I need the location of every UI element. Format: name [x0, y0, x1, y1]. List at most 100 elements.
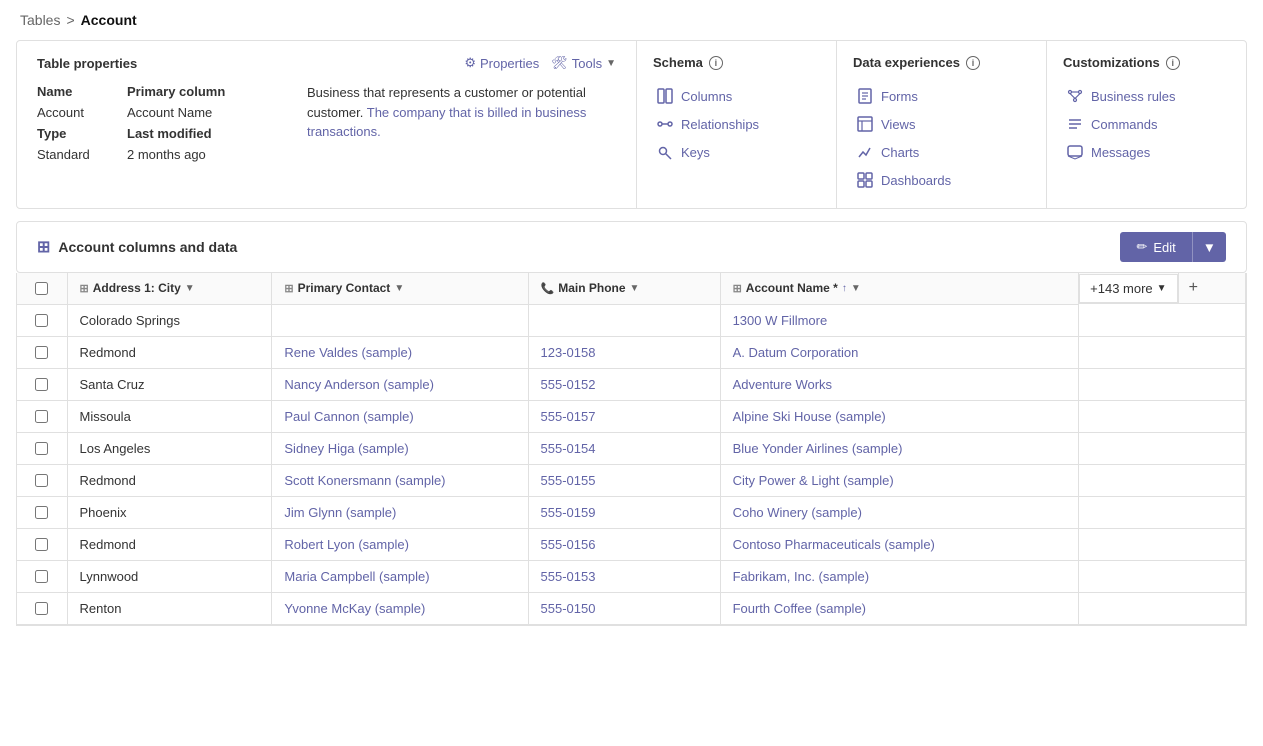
account-link[interactable]: A. Datum Corporation [733, 345, 859, 360]
col-header-city[interactable]: ⊞ Address 1: City ▼ [67, 273, 272, 304]
contact-link[interactable]: Robert Lyon (sample) [284, 537, 409, 552]
contact-link[interactable]: Jim Glynn (sample) [284, 505, 396, 520]
properties-link[interactable]: ⚙ Properties [464, 55, 539, 71]
select-all-checkbox[interactable] [35, 282, 48, 295]
edit-dropdown-button[interactable]: ▼ [1192, 232, 1226, 262]
more-columns-button[interactable]: +143 more ▼ [1079, 274, 1177, 303]
account-link[interactable]: Blue Yonder Airlines (sample) [733, 441, 903, 456]
dashboards-item[interactable]: Dashboards [853, 166, 1030, 194]
schema-title: Schema i [653, 55, 820, 70]
dashboards-icon [857, 172, 873, 188]
contact-link[interactable]: Nancy Anderson (sample) [284, 377, 434, 392]
row-checkbox[interactable] [35, 506, 48, 519]
add-column-button[interactable]: + [1178, 273, 1208, 303]
data-exp-info-icon[interactable]: i [966, 56, 980, 70]
account-link[interactable]: City Power & Light (sample) [733, 473, 894, 488]
row-phone: 555-0157 [528, 400, 720, 432]
table-properties-panel: Table properties ⚙ Properties 🛠 Tools ▼ … [17, 41, 637, 208]
account-link[interactable]: Fabrikam, Inc. (sample) [733, 569, 870, 584]
edit-pencil-icon: ✏ [1136, 239, 1147, 255]
schema-keys-item[interactable]: Keys [653, 138, 820, 166]
contact-link[interactable]: Paul Cannon (sample) [284, 409, 413, 424]
account-link[interactable]: Fourth Coffee (sample) [733, 601, 866, 616]
row-phone [528, 304, 720, 336]
row-phone: 555-0153 [528, 560, 720, 592]
row-contact [272, 304, 528, 336]
account-link[interactable]: Alpine Ski House (sample) [733, 409, 886, 424]
col-header-checkbox [17, 273, 67, 304]
row-checkbox-cell [17, 432, 67, 464]
row-more [1079, 336, 1246, 368]
row-more [1079, 400, 1246, 432]
row-checkbox[interactable] [35, 378, 48, 391]
row-checkbox-cell [17, 464, 67, 496]
account-sort-asc-icon: ↑ [842, 283, 847, 294]
breadcrumb-parent[interactable]: Tables [20, 12, 60, 28]
props-grid: Name Primary column Business that repres… [37, 83, 616, 163]
contact-link[interactable]: Rene Valdes (sample) [284, 345, 412, 360]
row-account: 1300 W Fillmore [720, 304, 1079, 336]
col-header-phone[interactable]: 📞 Main Phone ▼ [528, 273, 720, 304]
schema-columns-item[interactable]: Columns [653, 82, 820, 110]
contact-link[interactable]: Yvonne McKay (sample) [284, 601, 425, 616]
account-link[interactable]: Contoso Pharmaceuticals (sample) [733, 537, 935, 552]
tools-link[interactable]: 🛠 Tools ▼ [551, 55, 616, 71]
row-contact: Jim Glynn (sample) [272, 496, 528, 528]
name-label: Name [37, 83, 127, 100]
messages-icon [1067, 144, 1083, 160]
row-phone: 555-0154 [528, 432, 720, 464]
schema-info-icon[interactable]: i [709, 56, 723, 70]
edit-button[interactable]: ✏ Edit [1120, 232, 1191, 262]
row-checkbox-cell [17, 400, 67, 432]
row-phone: 555-0150 [528, 592, 720, 624]
row-city: Los Angeles [67, 432, 272, 464]
row-account: A. Datum Corporation [720, 336, 1079, 368]
table-row: Los Angeles Sidney Higa (sample) 555-015… [17, 432, 1246, 464]
data-experiences-title: Data experiences i [853, 55, 1030, 70]
row-checkbox[interactable] [35, 570, 48, 583]
row-checkbox[interactable] [35, 410, 48, 423]
schema-relationships-item[interactable]: Relationships [653, 110, 820, 138]
customizations-info-icon[interactable]: i [1166, 56, 1180, 70]
row-phone: 555-0156 [528, 528, 720, 560]
row-more [1079, 496, 1246, 528]
col-header-account[interactable]: ⊞ Account Name * ↑ ▼ [720, 273, 1079, 304]
city-col-chevron-icon: ▼ [185, 283, 195, 294]
views-item[interactable]: Views [853, 110, 1030, 138]
row-more [1079, 432, 1246, 464]
commands-item[interactable]: Commands [1063, 110, 1230, 138]
messages-item[interactable]: Messages [1063, 138, 1230, 166]
account-link[interactable]: Adventure Works [733, 377, 832, 392]
gear-icon: ⚙ [464, 55, 476, 71]
row-checkbox[interactable] [35, 346, 48, 359]
contact-link[interactable]: Maria Campbell (sample) [284, 569, 429, 584]
description-cell: Business that represents a customer or p… [287, 83, 616, 142]
table-row: Redmond Robert Lyon (sample) 555-0156 Co… [17, 528, 1246, 560]
row-checkbox-cell [17, 496, 67, 528]
forms-item[interactable]: Forms [853, 82, 1030, 110]
contact-link[interactable]: Scott Konersmann (sample) [284, 473, 445, 488]
primary-column-label: Primary column [127, 83, 287, 100]
row-account: Adventure Works [720, 368, 1079, 400]
account-link[interactable]: 1300 W Fillmore [733, 313, 828, 328]
row-checkbox[interactable] [35, 474, 48, 487]
row-account: Fabrikam, Inc. (sample) [720, 560, 1079, 592]
row-checkbox[interactable] [35, 602, 48, 615]
business-rules-icon [1067, 88, 1083, 104]
header-actions: ⚙ Properties 🛠 Tools ▼ [464, 55, 616, 71]
edit-button-group: ✏ Edit ▼ [1120, 232, 1226, 262]
row-checkbox[interactable] [35, 442, 48, 455]
contact-link[interactable]: Sidney Higa (sample) [284, 441, 408, 456]
data-table-header-bar: ⊞ Account columns and data ✏ Edit ▼ [16, 221, 1247, 273]
table-row: Phoenix Jim Glynn (sample) 555-0159 Coho… [17, 496, 1246, 528]
charts-item[interactable]: Charts [853, 138, 1030, 166]
row-checkbox[interactable] [35, 314, 48, 327]
row-checkbox[interactable] [35, 538, 48, 551]
row-city: Redmond [67, 528, 272, 560]
type-label: Type [37, 125, 127, 142]
account-link[interactable]: Coho Winery (sample) [733, 505, 862, 520]
col-header-contact[interactable]: ⊞ Primary Contact ▼ [272, 273, 528, 304]
row-more [1079, 528, 1246, 560]
primary-column-value: Account Name [127, 104, 287, 121]
business-rules-item[interactable]: Business rules [1063, 82, 1230, 110]
